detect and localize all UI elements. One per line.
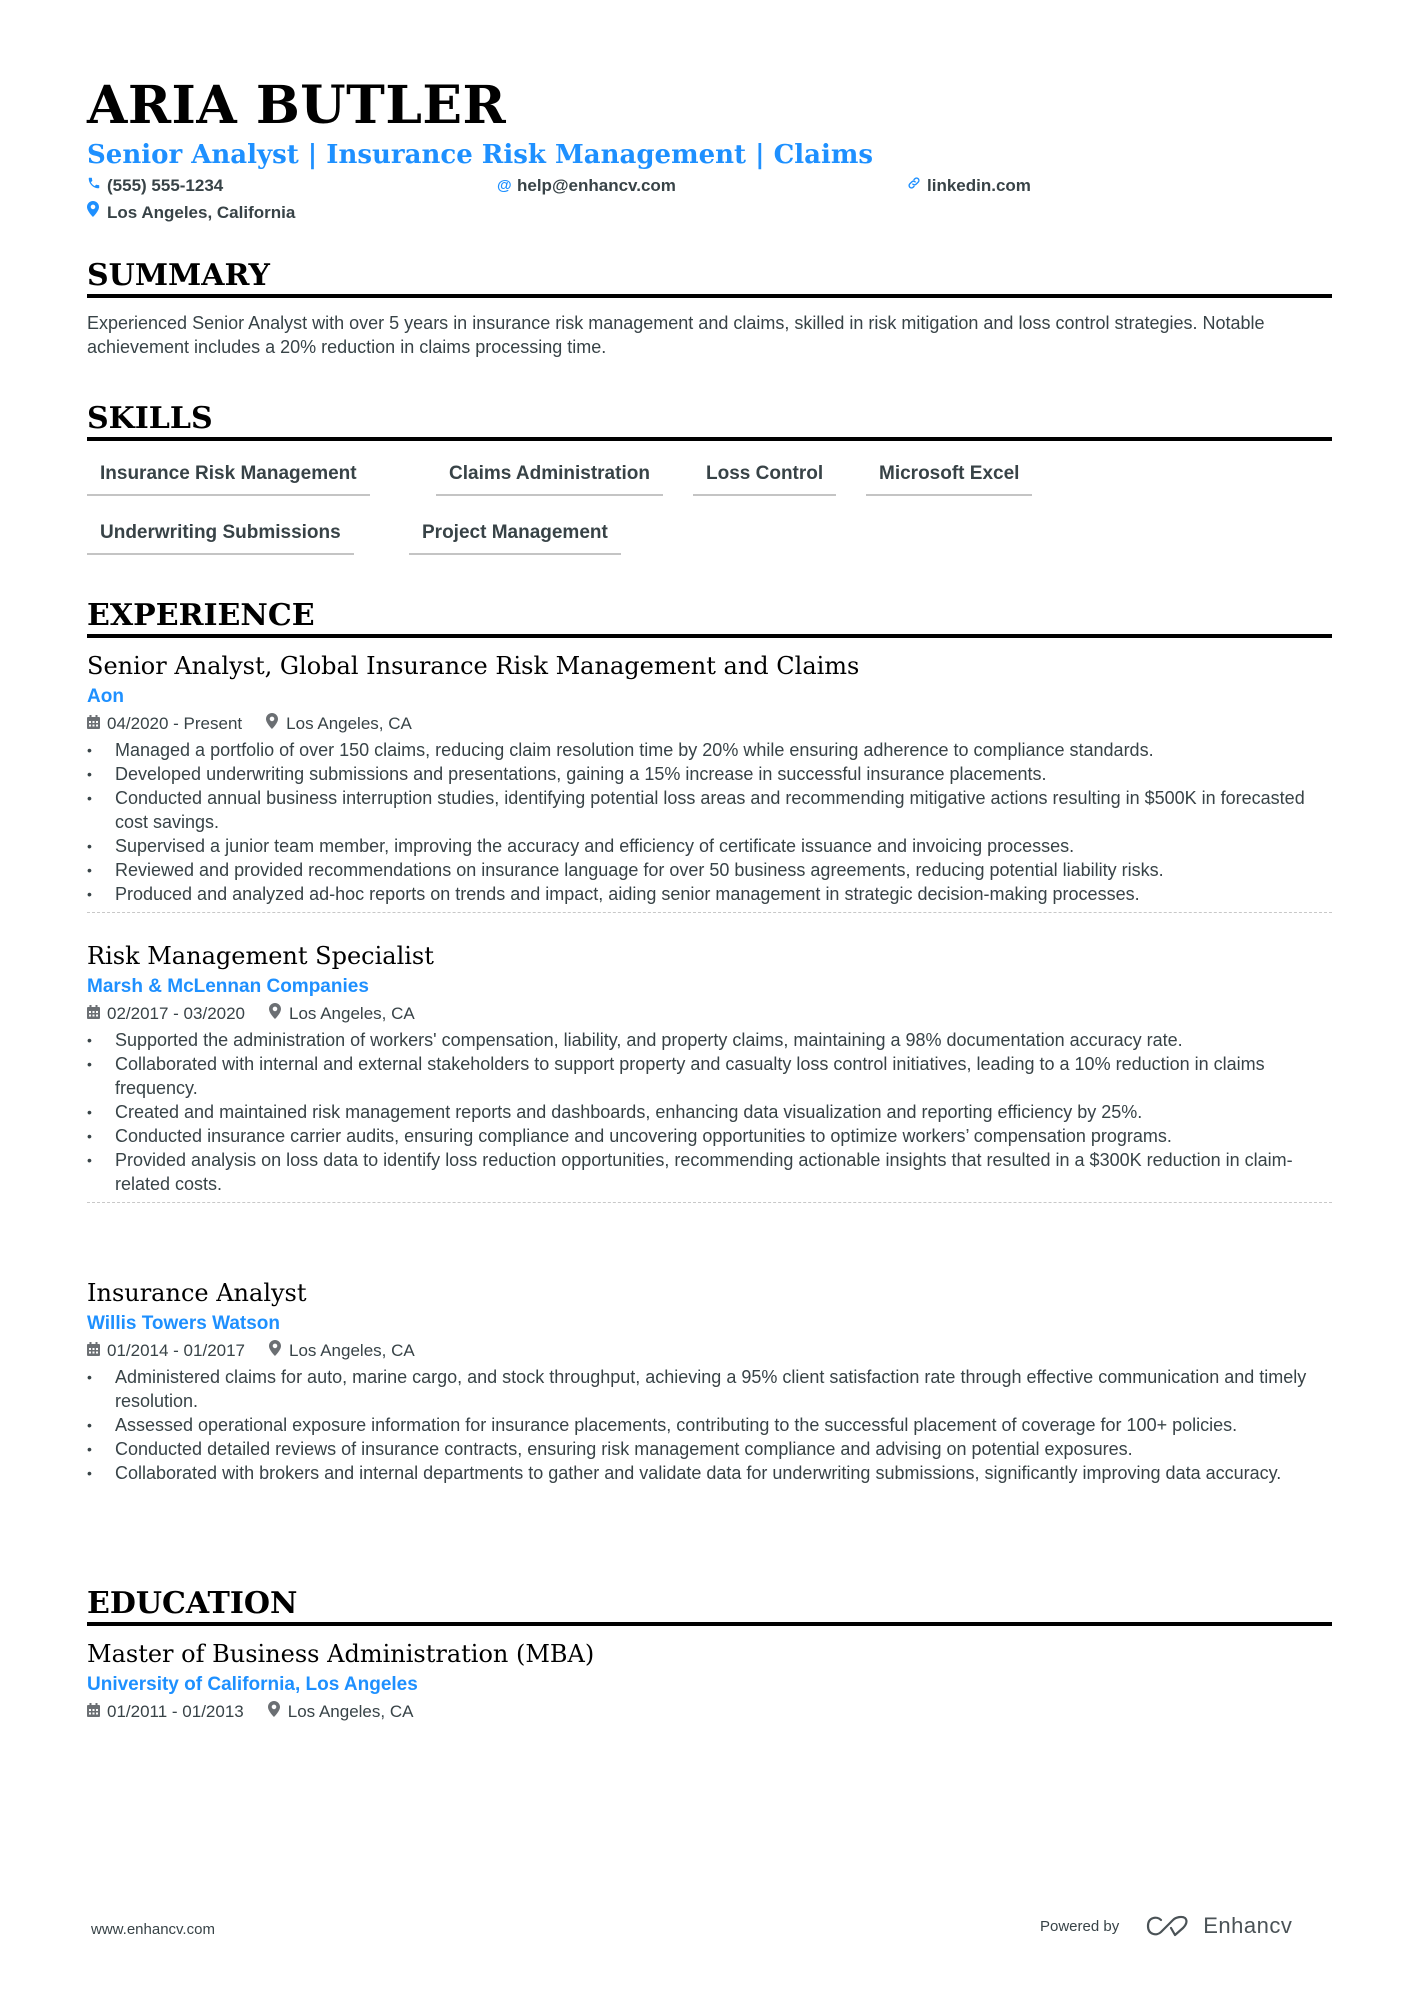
job-divider	[87, 912, 1332, 913]
section-heading-skills: SKILLS	[87, 401, 1332, 441]
company-name[interactable]: Marsh & McLennan Companies	[87, 974, 1332, 1000]
section-heading-education: EDUCATION	[87, 1586, 1332, 1626]
job-dates: 01/2014 - 01/2017	[107, 1341, 246, 1360]
bullet-item: Supervised a junior team member, improvi…	[87, 834, 1332, 858]
job-title: Senior Analyst, Global Insurance Risk Ma…	[87, 652, 860, 680]
map-pin-icon	[267, 1701, 288, 1723]
education-meta: 01/2011 - 01/2013 Los Angeles, CA	[87, 1701, 1332, 1723]
job-bullets: Managed a portfolio of over 150 claims, …	[87, 738, 1332, 906]
map-pin-icon	[266, 713, 286, 735]
phone-text: (555) 555-1234	[107, 176, 224, 195]
skill-tag: Loss Control	[693, 462, 837, 496]
link-icon	[907, 175, 927, 197]
enhancv-brand-text: Enhancv	[1203, 1913, 1293, 1938]
skill-tag: Underwriting Submissions	[87, 521, 354, 555]
footer-website[interactable]: www.enhancv.com	[91, 1921, 215, 1938]
job-location-text: Los Angeles, CA	[289, 1341, 415, 1360]
bullet-item: Assessed operational exposure informatio…	[87, 1413, 1332, 1437]
skill-tag: Project Management	[409, 521, 621, 555]
job-location-text: Los Angeles, CA	[286, 714, 412, 733]
education-item: Master of Business Administration (MBA) …	[87, 1638, 1332, 1723]
education-location-text: Los Angeles, CA	[287, 1702, 414, 1721]
job-dates: 04/2020 - Present	[107, 714, 243, 733]
candidate-name: ARIA BUTLER	[87, 75, 507, 136]
bullet-item: Supported the administration of workers'…	[87, 1028, 1332, 1052]
experience-item: Insurance Analyst Willis Towers Watson 0…	[87, 1277, 1332, 1485]
map-pin-icon	[87, 201, 107, 224]
contact-location: Los Angeles, California	[87, 201, 295, 224]
footer-powered-by: Powered by Enhancv	[1040, 1913, 1292, 1939]
calendar-icon	[87, 1340, 107, 1362]
company-name[interactable]: Aon	[87, 684, 1332, 710]
contact-email[interactable]: @ help@enhancv.com	[497, 175, 676, 197]
company-name[interactable]: Willis Towers Watson	[87, 1311, 1332, 1337]
calendar-icon	[87, 1701, 107, 1723]
school-name[interactable]: University of California, Los Angeles	[87, 1672, 1332, 1698]
job-location-text: Los Angeles, CA	[289, 1004, 415, 1023]
degree-title: Master of Business Administration (MBA)	[87, 1640, 595, 1668]
job-divider	[87, 1202, 1332, 1203]
bullet-item: Created and maintained risk management r…	[87, 1100, 1332, 1124]
calendar-icon	[87, 713, 107, 735]
summary-text: Experienced Senior Analyst with over 5 y…	[87, 313, 1265, 357]
contact-phone: (555) 555-1234	[87, 175, 223, 197]
job-bullets: Supported the administration of workers'…	[87, 1028, 1332, 1196]
job-location: Los Angeles, CA	[266, 713, 412, 735]
bullet-item: Reviewed and provided recommendations on…	[87, 858, 1332, 882]
bullet-item: Conducted annual business interruption s…	[87, 786, 1332, 834]
education-dates: 01/2011 - 01/2013	[107, 1702, 244, 1721]
calendar-icon	[87, 1003, 107, 1025]
skill-tag: Microsoft Excel	[866, 462, 1033, 496]
job-meta: 01/2014 - 01/2017 Los Angeles, CA	[87, 1340, 1332, 1362]
job-meta: 02/2017 - 03/2020 Los Angeles, CA	[87, 1003, 1332, 1025]
experience-item: Risk Management Specialist Marsh & McLen…	[87, 940, 1332, 1203]
bullet-item: Collaborated with internal and external …	[87, 1052, 1332, 1100]
enhancv-logo-icon	[1147, 1915, 1188, 1937]
bullet-item: Administered claims for auto, marine car…	[87, 1365, 1332, 1413]
enhancv-logo[interactable]: Enhancv	[1145, 1913, 1292, 1939]
skill-tag: Claims Administration	[436, 462, 663, 496]
location-text: Los Angeles, California	[107, 202, 296, 222]
bullet-item: Provided analysis on loss data to identi…	[87, 1148, 1332, 1196]
job-location: Los Angeles, CA	[269, 1340, 415, 1362]
skill-tag: Insurance Risk Management	[87, 462, 370, 496]
bullet-item: Developed underwriting submissions and p…	[87, 762, 1332, 786]
bullet-item: Conducted insurance carrier audits, ensu…	[87, 1124, 1332, 1148]
job-meta: 04/2020 - Present Los Angeles, CA	[87, 713, 1332, 735]
map-pin-icon	[269, 1340, 289, 1362]
map-pin-icon	[269, 1003, 289, 1025]
linkedin-text[interactable]: linkedin.com	[927, 175, 1031, 197]
job-location: Los Angeles, CA	[269, 1003, 415, 1025]
job-title: Insurance Analyst	[87, 1279, 307, 1307]
bullet-item: Produced and analyzed ad-hoc reports on …	[87, 882, 1332, 906]
section-heading-summary: SUMMARY	[87, 258, 1332, 298]
powered-by-label: Powered by	[1040, 1917, 1120, 1935]
candidate-title: Senior Analyst | Insurance Risk Manageme…	[87, 140, 874, 170]
bullet-item: Managed a portfolio of over 150 claims, …	[87, 738, 1332, 762]
experience-item: Senior Analyst, Global Insurance Risk Ma…	[87, 650, 1332, 913]
bullet-item: Conducted detailed reviews of insurance …	[87, 1437, 1332, 1461]
email-text[interactable]: help@enhancv.com	[517, 175, 676, 197]
phone-icon	[87, 175, 107, 197]
job-bullets: Administered claims for auto, marine car…	[87, 1365, 1332, 1485]
section-heading-experience: EXPERIENCE	[87, 598, 1332, 638]
contact-linkedin[interactable]: linkedin.com	[907, 175, 1031, 197]
job-dates: 02/2017 - 03/2020	[107, 1004, 246, 1023]
education-location: Los Angeles, CA	[267, 1701, 414, 1723]
bullet-item: Collaborated with brokers and internal d…	[87, 1461, 1332, 1485]
at-icon: @	[497, 177, 512, 194]
job-title: Risk Management Specialist	[87, 942, 434, 970]
